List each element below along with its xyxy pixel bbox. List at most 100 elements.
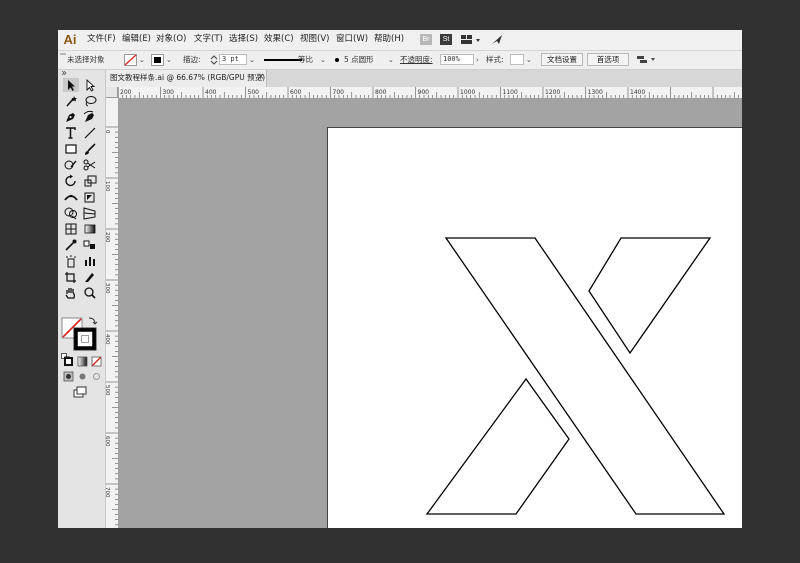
x-lower-left-piece [425,377,570,515]
stroke-weight-input[interactable]: 3 pt [219,54,247,65]
publish-icon[interactable] [490,33,504,46]
curvature-tool-icon[interactable] [82,110,98,124]
width-tool-icon[interactable] [63,190,79,204]
ruler-label: 300 [106,283,110,294]
brush-definition[interactable]: 5 点圆形 [344,55,374,65]
ruler-label: 200 [106,232,110,243]
selection-status: 未选择对象 [67,55,105,64]
screen-mode-icon[interactable] [72,385,88,399]
type-tool-icon[interactable] [63,126,79,140]
opacity-input[interactable]: 100% [440,54,474,65]
letter-x-outline-artwork[interactable] [328,128,742,528]
menu-view[interactable]: 视图(V) [300,33,329,45]
brush-dot-icon [335,58,339,62]
ruler-label: 600 [290,89,302,96]
preferences-button[interactable]: 首选项 [587,53,629,66]
stroke-weight-stepper[interactable] [210,54,218,66]
ruler-label: 700 [106,487,110,498]
free-transform-tool-icon[interactable] [82,190,98,204]
document-setup-button[interactable]: 文档设置 [541,53,583,66]
ruler-label: 1100 [503,89,518,96]
pen-tool-icon[interactable] [63,110,79,124]
stroke-weight-dropdown-icon[interactable]: ⌄ [249,55,255,65]
draw-inside-icon[interactable] [89,370,105,384]
ruler-label: 900 [418,89,430,96]
lasso-tool-icon[interactable] [82,94,98,108]
style-label: 样式: [486,55,504,64]
menu-help[interactable]: 帮助(H) [374,33,404,45]
stroke-dropdown-icon[interactable]: ⌄ [166,55,172,65]
magic-wand-tool-icon[interactable] [63,94,79,108]
ruler-label: 400 [205,89,217,96]
none-mode-icon[interactable] [89,355,105,369]
symbol-sprayer-tool-icon[interactable] [63,254,79,268]
rotate-tool-icon[interactable] [63,174,79,188]
stroke-label: 描边: [183,55,201,64]
direct-selection-tool-icon[interactable] [82,78,98,92]
ruler-origin[interactable] [106,87,118,98]
vertical-ruler[interactable]: 0 100 200 300 400 500 600 700 [106,87,119,528]
stock-icon[interactable]: St [440,34,452,45]
shaper-tool-icon[interactable] [63,158,79,172]
ruler-label: 700 [333,89,345,96]
horizontal-ruler[interactable]: 200 300 400 500 600 700 800 900 1000 1100 1200 1300… [118,87,742,99]
style-dropdown-icon[interactable]: ⌄ [526,55,532,65]
ruler-label: 1000 [460,89,475,96]
menu-object[interactable]: 对象(O) [156,33,186,45]
zoom-tool-icon[interactable] [82,286,98,300]
menu-window[interactable]: 窗口(W) [336,33,368,45]
column-graph-tool-icon[interactable] [82,254,98,268]
eyedropper-tool-icon[interactable] [63,238,79,252]
shape-builder-tool-icon[interactable] [63,206,79,220]
brush-dropdown-icon[interactable]: ⌄ [388,55,394,65]
scale-tool-icon[interactable] [82,174,98,188]
close-tab-icon[interactable]: × [257,72,265,82]
fill-none-swatch-icon[interactable] [124,54,137,66]
arrange-documents-icon[interactable] [460,34,482,46]
ruler-label: 100 [106,181,110,192]
menu-file[interactable]: 文件(F) [87,33,116,45]
menu-edit[interactable]: 编辑(E) [122,33,151,45]
opacity-dropdown-icon[interactable]: › [476,55,479,65]
perspective-grid-tool-icon[interactable] [82,206,98,220]
fill-dropdown-icon[interactable]: ⌄ [139,55,145,65]
paintbrush-tool-icon[interactable] [82,142,98,156]
fill-stroke-swatches[interactable] [61,315,103,353]
menu-type[interactable]: 文字(T) [194,33,223,45]
artboard[interactable] [327,127,742,528]
illustrator-window: Ai 文件(F) 编辑(E) 对象(O) 文字(T) 选择(S) 效果(C) 视… [58,30,742,528]
ruler-label: 400 [106,334,110,345]
stroke-profile-label: 等比 [298,55,313,64]
profile-dropdown-icon[interactable]: ⌄ [320,55,326,65]
hand-tool-icon[interactable] [63,286,79,300]
ruler-label: 1200 [545,89,560,96]
menu-select[interactable]: 选择(S) [229,33,258,45]
line-segment-tool-icon[interactable] [82,126,98,140]
gradient-tool-icon[interactable] [82,222,98,236]
ruler-label: 0 [106,130,110,134]
artboard-tool-icon[interactable] [63,270,79,284]
opacity-label[interactable]: 不透明度: [400,55,433,65]
tools-panel-collapse-icon[interactable] [61,71,67,75]
mesh-tool-icon[interactable] [63,222,79,236]
stroke-swatch-icon[interactable] [151,54,164,66]
bridge-icon[interactable]: Br [420,34,432,45]
ruler-label: 500 [106,385,110,396]
ruler-label: 600 [106,436,110,447]
ruler-label: 1400 [630,89,645,96]
ruler-label: 200 [120,89,132,96]
scissors-tool-icon[interactable] [82,158,98,172]
x-upper-right-piece [588,237,712,355]
document-tab-bar: 图文教程样条.ai @ 66.67% (RGB/GPU 预览) × [106,70,742,88]
graphic-style-swatch[interactable] [510,54,524,65]
rectangle-tool-icon[interactable] [63,142,79,156]
blend-tool-icon[interactable] [82,238,98,252]
document-tab-title: 图文教程样条.ai @ 66.67% (RGB/GPU 预览) [110,73,266,82]
menu-effect[interactable]: 效果(C) [264,33,294,45]
arrange-panel-icon[interactable] [636,54,658,66]
document-tab[interactable]: 图文教程样条.ai @ 66.67% (RGB/GPU 预览) × [106,70,267,87]
selection-tool-icon[interactable] [63,78,79,92]
canvas-pasteboard[interactable] [119,99,742,528]
panel-grip-icon [60,53,66,55]
slice-tool-icon[interactable] [82,270,98,284]
